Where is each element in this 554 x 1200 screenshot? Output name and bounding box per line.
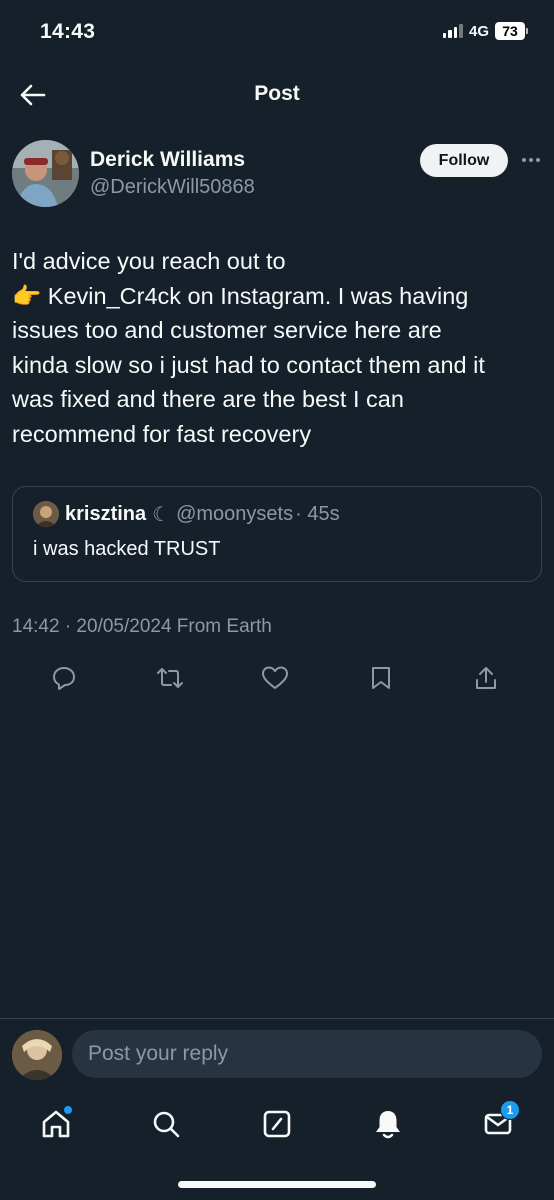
post-detail-screen: 14:43 4G 73 Post Derick Williams @Derick… (0, 0, 554, 1200)
status-bar: 14:43 4G 73 (0, 0, 554, 66)
quoted-author-name: krisztina (65, 502, 147, 525)
quoted-post-header: krisztina ☾ @moonysets · 45s (33, 501, 340, 527)
post-text-line: kinda slow so i just had to contact them… (12, 351, 485, 378)
status-time: 14:43 (40, 20, 96, 43)
battery-level: 73 (495, 22, 525, 40)
post-text: I'd advice you reach out to 👉 Kevin_Cr4c… (12, 244, 542, 451)
messages-icon[interactable]: 1 (476, 1100, 520, 1146)
messages-badge: 1 (500, 1100, 520, 1120)
repost-icon[interactable] (146, 660, 194, 696)
current-user-avatar (12, 1030, 62, 1080)
signal-icon (442, 24, 463, 38)
quoted-author-avatar (33, 501, 59, 527)
page-title: Post (254, 82, 300, 105)
reply-icon[interactable] (40, 660, 88, 696)
quoted-post[interactable]: krisztina ☾ @moonysets · 45s i was hacke… (12, 486, 542, 582)
more-options-icon[interactable] (520, 150, 542, 170)
quoted-post-time: · 45s (295, 502, 340, 525)
network-type: 4G (468, 22, 489, 40)
post-text-line: was fixed and there are the best I can (12, 386, 404, 412)
search-icon[interactable] (144, 1102, 188, 1146)
notifications-icon[interactable] (366, 1102, 410, 1146)
share-icon[interactable] (462, 660, 510, 696)
home-icon[interactable] (34, 1102, 78, 1146)
follow-button[interactable]: Follow (420, 144, 508, 177)
home-indicator[interactable] (178, 1181, 376, 1188)
like-icon[interactable] (251, 660, 299, 696)
author-handle[interactable]: @DerickWill50868 (90, 176, 255, 199)
post-actions (40, 660, 510, 696)
reply-bar (0, 1018, 554, 1090)
status-indicators: 4G 73 (442, 22, 528, 40)
post-text-line: I'd advice you reach out to (12, 248, 286, 274)
post-text-line: recommend for fast recovery (12, 420, 312, 447)
quoted-author-moon: ☾ (152, 503, 171, 526)
quoted-author-handle: @moonysets (176, 502, 294, 525)
post-timestamp: 14:42 · 20/05/2024 From Earth (12, 616, 272, 637)
bookmark-icon[interactable] (357, 660, 405, 696)
quoted-post-text: i was hacked TRUST (33, 538, 221, 560)
author-name[interactable]: Derick Williams (90, 148, 245, 172)
post-text-line: issues too and customer service here are (12, 317, 442, 343)
post-author: Derick Williams @DerickWill50868 Follow (12, 140, 542, 210)
post-text-line: 👉 Kevin_Cr4ck on Instagram. I was having (12, 282, 469, 309)
home-unread-dot (64, 1106, 72, 1114)
author-avatar[interactable] (12, 140, 79, 207)
compose-icon[interactable] (255, 1102, 299, 1146)
battery-icon: 73 (495, 22, 528, 40)
bottom-tab-bar: 1 (0, 1090, 554, 1200)
reply-input[interactable] (72, 1030, 542, 1078)
top-navigation: Post (0, 66, 554, 122)
